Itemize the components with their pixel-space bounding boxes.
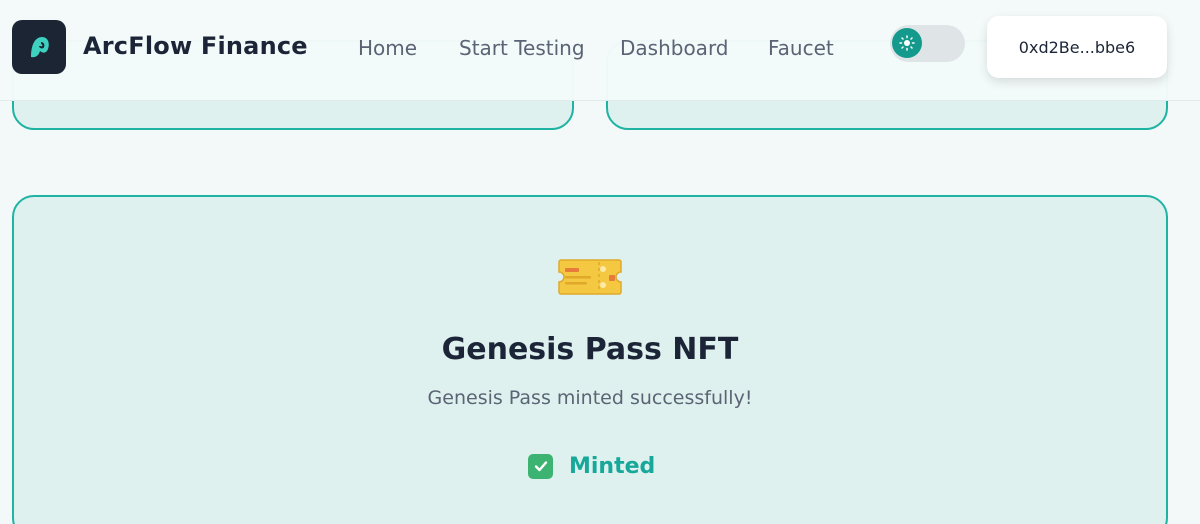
nav-home[interactable]: Home (358, 36, 417, 60)
check-mark-icon (528, 453, 553, 479)
mint-status: Minted (528, 452, 655, 480)
status-label: Minted (569, 453, 656, 479)
logo-icon[interactable] (12, 20, 66, 74)
sun-icon (892, 28, 922, 58)
nav-start-testing[interactable]: Start Testing (459, 36, 585, 60)
brand-name[interactable]: ArcFlow Finance (83, 32, 308, 60)
ticket-icon (557, 258, 623, 296)
top-navbar: ArcFlow Finance Home Start Testing Dashb… (0, 0, 1200, 101)
card-title: Genesis Pass NFT (441, 332, 739, 367)
nav-faucet[interactable]: Faucet (768, 36, 834, 60)
wallet-address-button[interactable]: 0xd2Be...bbe6 (987, 16, 1167, 78)
nav-dashboard[interactable]: Dashboard (620, 36, 729, 60)
card-description: Genesis Pass minted successfully! (427, 387, 753, 409)
theme-toggle[interactable] (890, 25, 965, 62)
